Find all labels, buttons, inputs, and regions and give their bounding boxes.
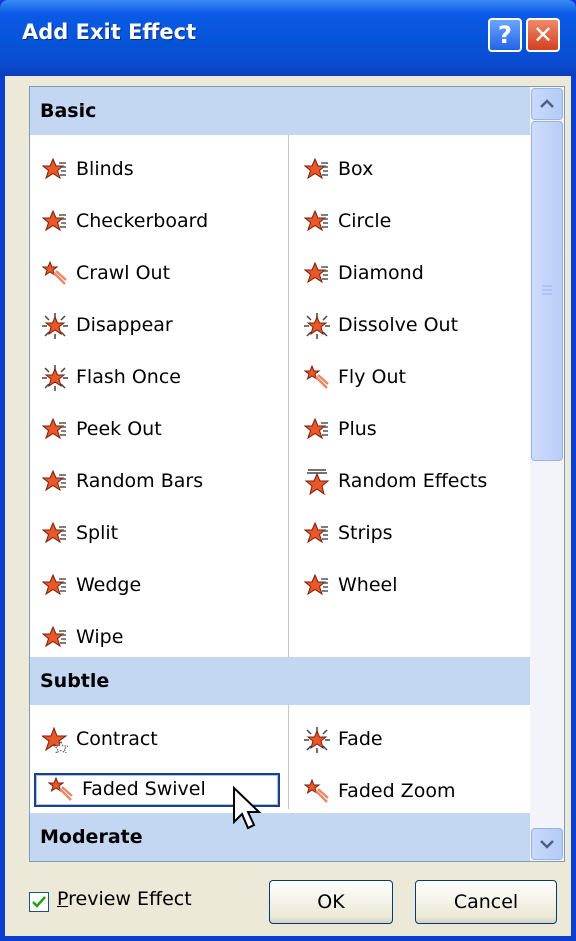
ok-button[interactable]: OK (269, 880, 393, 924)
effect-item-circle[interactable]: Circle (292, 205, 528, 237)
star-effect-icon (304, 573, 328, 596)
star-trail-icon (304, 365, 329, 389)
effect-item-dissolve-out[interactable]: Dissolve Out (292, 309, 528, 341)
effect-item-checkerboard[interactable]: Checkerboard (30, 205, 280, 237)
effect-item-disappear[interactable]: Disappear (30, 309, 280, 341)
effect-item-random-bars[interactable]: Random Bars (30, 465, 280, 497)
effect-label: Random Effects (338, 470, 488, 492)
effect-label: Random Bars (76, 470, 204, 492)
effect-label: Blinds (76, 158, 134, 180)
effect-list[interactable]: Basic Blinds Box Checkerboard Circle Cra… (29, 86, 565, 862)
star-effect-icon (42, 417, 66, 440)
effect-item-random-effects[interactable]: Random Effects (292, 465, 528, 497)
effect-label: Diamond (338, 262, 424, 284)
effect-label: Circle (338, 210, 392, 232)
effect-label: Dissolve Out (338, 314, 459, 336)
effect-label: Disappear (76, 314, 173, 336)
star-effect-icon (42, 625, 66, 648)
star-effect-icon (304, 157, 328, 180)
effect-label: Plus (338, 418, 377, 440)
preview-effect-text: review Effect (68, 888, 192, 910)
effect-label: Faded Swivel (82, 778, 206, 800)
effect-label: Flash Once (76, 366, 181, 388)
category-moderate: Moderate (30, 813, 530, 861)
effect-label: Fade (338, 728, 383, 750)
effect-item-peek-out[interactable]: Peek Out (30, 413, 280, 445)
star-effect-icon (42, 157, 66, 180)
column-divider (288, 705, 289, 809)
star-random-icon (304, 469, 330, 495)
star-effect-icon (42, 209, 66, 232)
effect-item-crawl-out[interactable]: Crawl Out (30, 257, 280, 289)
effect-label: Wheel (338, 574, 398, 596)
star-burst-icon (42, 365, 68, 391)
effect-item-split[interactable]: Split (30, 517, 280, 549)
star-trail-icon (48, 777, 73, 801)
effect-label: Checkerboard (76, 210, 209, 232)
scroll-up-button[interactable] (531, 88, 563, 120)
star-burst-icon (42, 313, 68, 339)
accelerator-key: P (57, 888, 69, 910)
star-effect-icon (304, 417, 328, 440)
effect-label: Fly Out (338, 366, 406, 388)
effect-item-fly-out[interactable]: Fly Out (292, 361, 528, 393)
star-effect-icon (42, 573, 66, 596)
close-button[interactable]: ✕ (526, 18, 560, 52)
effect-label: Peek Out (76, 418, 162, 440)
star-burst-icon (304, 313, 330, 339)
effect-item-wipe[interactable]: Wipe (30, 621, 280, 653)
checkmark-icon (32, 896, 46, 908)
scroll-thumb[interactable] (531, 121, 563, 461)
effect-label: Wedge (76, 574, 142, 596)
cancel-button[interactable]: Cancel (415, 880, 557, 924)
effect-item-faded-zoom[interactable]: Faded Zoom (292, 775, 528, 807)
effect-item-wedge[interactable]: Wedge (30, 569, 280, 601)
star-effect-icon (304, 261, 328, 284)
effect-item-contract[interactable]: Contract (30, 723, 280, 755)
star-effect-icon (304, 209, 328, 232)
grip-icon (542, 285, 552, 295)
effect-label: Faded Zoom (338, 780, 456, 802)
title-bar[interactable]: Add Exit Effect ? ✕ (0, 0, 576, 76)
effect-item-flash-once[interactable]: Flash Once (30, 361, 280, 393)
effect-item-box[interactable]: Box (292, 153, 528, 185)
effect-label: Split (76, 522, 119, 544)
star-effect-icon (42, 521, 66, 544)
category-subtle: Subtle (30, 657, 530, 705)
star-effect-icon (42, 469, 66, 492)
effect-item-wheel[interactable]: Wheel (292, 569, 528, 601)
preview-effect-checkbox[interactable] (29, 892, 49, 912)
dialog-title: Add Exit Effect (22, 20, 197, 44)
dialog-body: Basic Blinds Box Checkerboard Circle Cra… (5, 76, 571, 936)
effect-item-plus[interactable]: Plus (292, 413, 528, 445)
scroll-down-button[interactable] (531, 828, 563, 860)
help-button[interactable]: ? (488, 18, 522, 52)
star-contract-icon (42, 727, 68, 753)
effect-label: Contract (76, 728, 158, 750)
mouse-pointer-icon (233, 786, 262, 830)
vertical-scrollbar[interactable] (530, 87, 564, 861)
star-burst-icon (304, 727, 330, 753)
effect-item-blinds[interactable]: Blinds (30, 153, 280, 185)
category-basic: Basic (30, 87, 530, 135)
star-trail-icon (304, 779, 329, 803)
chevron-up-icon (540, 99, 554, 108)
column-divider (288, 135, 289, 657)
add-exit-effect-dialog: Add Exit Effect ? ✕ Basic Blinds Box Che… (0, 0, 576, 941)
effect-item-fade[interactable]: Fade (292, 723, 528, 755)
preview-effect-label[interactable]: Preview Effect (57, 888, 192, 910)
effect-item-strips[interactable]: Strips (292, 517, 528, 549)
effect-label: Box (338, 158, 374, 180)
star-trail-icon (42, 261, 67, 285)
chevron-down-icon (540, 840, 554, 849)
effect-label: Crawl Out (76, 262, 171, 284)
effect-item-diamond[interactable]: Diamond (292, 257, 528, 289)
star-effect-icon (304, 521, 328, 544)
effect-label: Strips (338, 522, 393, 544)
effect-label: Wipe (76, 626, 124, 648)
